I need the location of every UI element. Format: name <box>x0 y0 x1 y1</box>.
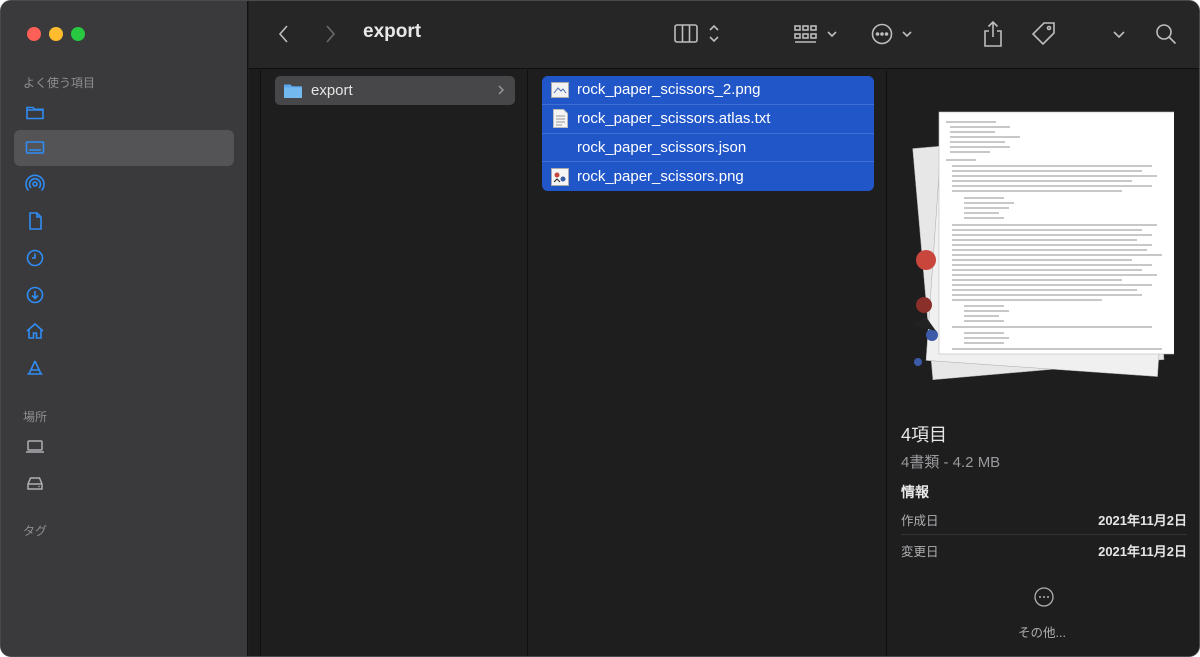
locations-heading: 場所 <box>23 410 48 424</box>
text-file-icon <box>551 109 569 129</box>
folder-column: export <box>262 70 528 656</box>
sidebar-item-desktop[interactable] <box>14 130 234 166</box>
action-button[interactable] <box>869 19 917 49</box>
download-icon <box>26 286 44 304</box>
column-view-icon <box>674 24 719 43</box>
list-item[interactable]: rock_paper_scissors.atlas.txt <box>542 105 874 134</box>
sidebar: よく使う項目 場所 タグ <box>1 1 248 656</box>
group-button[interactable] <box>793 19 841 49</box>
sidebar-item-recents[interactable] <box>14 240 234 276</box>
ellipsis-circle-icon <box>871 23 912 45</box>
chevron-left-icon <box>278 25 288 43</box>
drive-icon <box>27 477 43 490</box>
chevron-right-icon <box>498 85 504 95</box>
search-icon <box>1156 24 1177 45</box>
more-options-icon[interactable] <box>1033 586 1055 608</box>
selected-file-list: rock_paper_scissors_2.png rock_paper_sci… <box>542 76 874 191</box>
info-row-created: 作成日 2021年11月2日 <box>901 505 1187 535</box>
preview-item-count: 4項目 <box>901 425 948 445</box>
view-mode-button[interactable] <box>673 19 723 49</box>
close-window-button[interactable] <box>27 27 41 41</box>
grid-group-icon <box>794 25 837 43</box>
forward-button[interactable] <box>323 19 337 49</box>
list-item[interactable]: rock_paper_scissors.png <box>542 162 874 191</box>
folder-icon <box>26 106 44 120</box>
file-name: rock_paper_scissors.json <box>577 138 747 156</box>
minimize-window-button[interactable] <box>49 27 63 41</box>
files-column: rock_paper_scissors_2.png rock_paper_sci… <box>529 70 887 656</box>
info-row-modified: 変更日 2021年11月2日 <box>901 535 1187 565</box>
parent-column <box>249 70 261 656</box>
image-file-icon <box>551 167 569 187</box>
preview-pane: 4項目 4書類 - 4.2 MB 情報 作成日 2021年11月2日 変更日 2… <box>888 70 1199 656</box>
more-options-label[interactable]: その他... <box>1018 622 1066 641</box>
window-controls <box>27 27 85 41</box>
desktop-icon <box>25 141 45 154</box>
sidebar-item-applications[interactable] <box>14 350 234 386</box>
sidebar-item-drive[interactable] <box>14 465 234 501</box>
file-name: rock_paper_scissors.atlas.txt <box>577 110 771 128</box>
info-label: 変更日 <box>901 544 939 559</box>
toolbar: export <box>249 1 1199 69</box>
file-name: rock_paper_scissors.png <box>577 168 744 186</box>
sidebar-item-documents[interactable] <box>14 203 234 239</box>
list-item[interactable]: rock_paper_scissors_2.png <box>542 76 874 105</box>
info-heading: 情報 <box>901 484 929 500</box>
folder-icon <box>284 84 302 98</box>
favorites-heading: よく使う項目 <box>23 76 96 90</box>
list-item[interactable]: rock_paper_scissors.json <box>542 134 874 163</box>
blank-file-icon <box>551 137 569 157</box>
document-icon <box>29 212 42 230</box>
sidebar-item-folder[interactable] <box>14 94 234 130</box>
overflow-button[interactable] <box>1111 19 1127 49</box>
tags-heading: タグ <box>23 524 48 538</box>
preview-size-summary: 4書類 - 4.2 MB <box>901 454 1001 471</box>
chevron-right-icon <box>326 25 336 43</box>
info-label: 作成日 <box>901 514 939 528</box>
airdrop-icon <box>25 174 45 192</box>
sidebar-item-airdrop[interactable] <box>14 166 234 202</box>
share-button[interactable] <box>981 19 1005 49</box>
zoom-window-button[interactable] <box>71 27 85 41</box>
laptop-icon <box>26 440 44 453</box>
finder-window: よく使う項目 場所 タグ export export rock_paper_sc… <box>0 0 1200 657</box>
applications-icon <box>27 360 43 375</box>
sidebar-item-macbook[interactable] <box>14 428 234 464</box>
back-button[interactable] <box>277 19 291 49</box>
search-button[interactable] <box>1154 19 1178 49</box>
window-title: export <box>363 21 422 42</box>
tag-icon <box>1031 22 1055 46</box>
folder-row-export[interactable]: export <box>275 76 515 105</box>
tag-button[interactable] <box>1030 19 1058 49</box>
file-name: rock_paper_scissors_2.png <box>577 81 761 99</box>
stacked-documents-thumbnail <box>912 111 1174 381</box>
home-icon <box>26 322 44 339</box>
info-value: 2021年11月2日 <box>1098 543 1187 559</box>
folder-name: export <box>311 82 353 99</box>
share-icon <box>984 20 1002 47</box>
sidebar-item-home[interactable] <box>14 313 234 349</box>
sidebar-item-downloads[interactable] <box>14 277 234 313</box>
chevron-down-icon <box>1113 31 1125 39</box>
image-file-icon <box>551 80 569 100</box>
clock-icon <box>26 249 44 267</box>
info-value: 2021年11月2日 <box>1098 513 1187 528</box>
